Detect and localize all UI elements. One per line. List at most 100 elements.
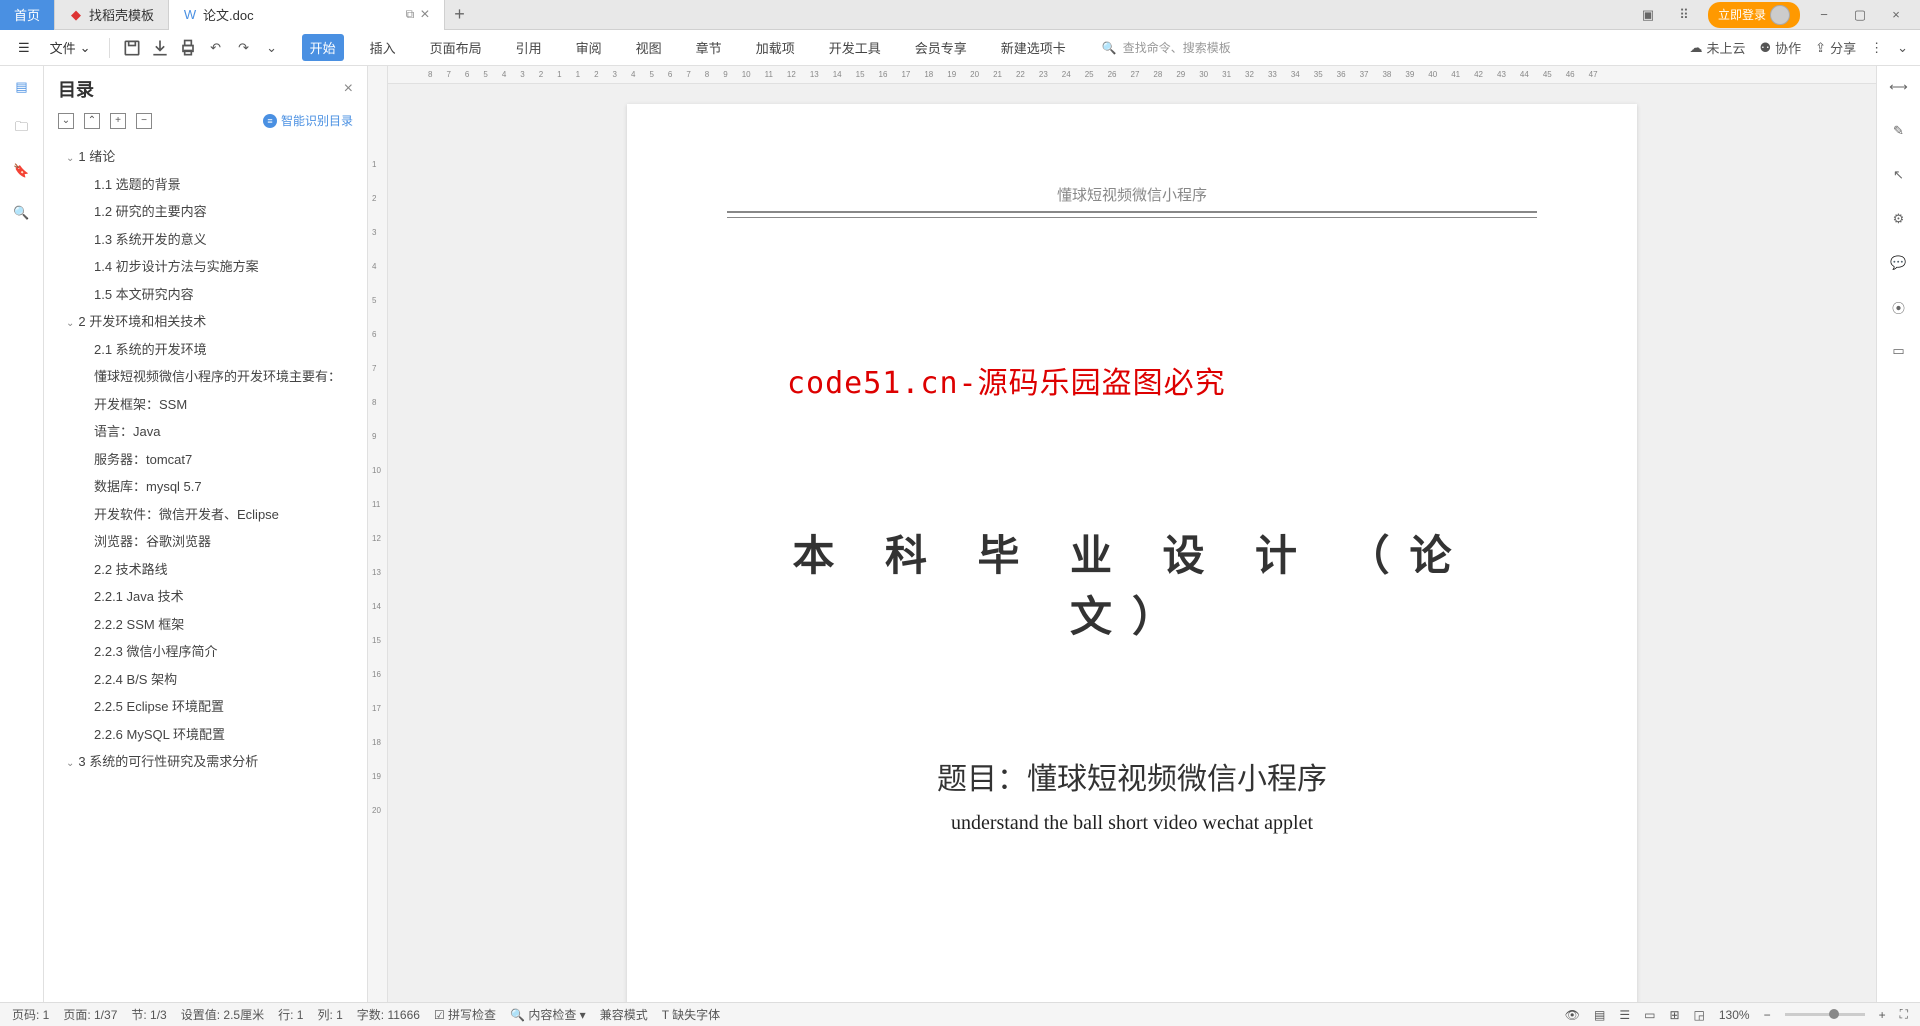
zoom-out-button[interactable]: − (1764, 1008, 1771, 1022)
cloud-status[interactable]: ☁未上云 (1689, 38, 1745, 57)
status-page-count[interactable]: 页面: 1/37 (63, 1006, 117, 1023)
file-menu[interactable]: 文件 ⌄ (44, 36, 97, 59)
outline-item[interactable]: 2.2 技术路线 (58, 556, 367, 584)
outline-item[interactable]: 1.4 初步设计方法与实施方案 (58, 253, 367, 281)
expand-rail-icon[interactable]: ⟷ (1888, 76, 1910, 98)
outline-item[interactable]: 1.2 研究的主要内容 (58, 198, 367, 226)
undo-icon[interactable]: ↶ (206, 38, 226, 58)
tab-close-icon[interactable]: × (420, 6, 429, 24)
login-button[interactable]: 立即登录 (1708, 2, 1800, 28)
outline-item[interactable]: 开发框架：SSM (58, 391, 367, 419)
ribbon-tab-insert[interactable]: 插入 (362, 34, 404, 61)
outline-item[interactable]: 2.1 系统的开发环境 (58, 336, 367, 364)
cursor-rail-icon[interactable]: ↖ (1888, 164, 1910, 186)
print-icon[interactable] (178, 38, 198, 58)
ribbon-tab-view[interactable]: 视图 (628, 34, 670, 61)
clipboard-rail-icon[interactable]: 🗀 (11, 118, 33, 140)
status-col[interactable]: 列: 1 (317, 1006, 342, 1023)
fit-icon[interactable]: ◲ (1694, 1008, 1705, 1022)
settings-rail-icon[interactable]: ⚙ (1888, 208, 1910, 230)
view-outline-icon[interactable]: ☰ (1619, 1008, 1630, 1022)
outline-item[interactable]: 浏览器：谷歌浏览器 (58, 528, 367, 556)
outline-plus-icon[interactable]: + (110, 113, 126, 129)
close-window-icon[interactable]: × (1884, 3, 1908, 27)
zoom-in-button[interactable]: + (1879, 1008, 1886, 1022)
maximize-icon[interactable]: ▢ (1848, 3, 1872, 27)
collab-button[interactable]: ⚉协作 (1760, 38, 1802, 57)
ribbon-tab-new[interactable]: 新建选项卡 (993, 34, 1074, 61)
status-content-check[interactable]: 🔍 内容检查 ▾ (510, 1006, 586, 1023)
outline-item[interactable]: 数据库：mysql 5.7 (58, 473, 367, 501)
status-section[interactable]: 节: 1/3 (131, 1006, 166, 1023)
view-read-icon[interactable]: ▭ (1644, 1008, 1655, 1022)
zoom-thumb[interactable] (1829, 1009, 1839, 1019)
minimize-icon[interactable]: − (1812, 3, 1836, 27)
export-icon[interactable] (150, 38, 170, 58)
ribbon-tab-reference[interactable]: 引用 (508, 34, 550, 61)
view-page-icon[interactable]: ▤ (1594, 1008, 1605, 1022)
outline-item[interactable]: 1.3 系统开发的意义 (58, 226, 367, 254)
outline-item[interactable]: ⌄3 系统的可行性研究及需求分析 (58, 748, 367, 776)
tab-detach-icon[interactable]: ⧉ (406, 7, 415, 22)
bookmark-rail-icon[interactable]: 🔖 (11, 160, 33, 182)
ribbon-tab-review[interactable]: 审阅 (568, 34, 610, 61)
cloud-rail-icon[interactable]: ⦿ (1888, 296, 1910, 318)
pencil-rail-icon[interactable]: ✎ (1888, 120, 1910, 142)
status-setting[interactable]: 设置值: 2.5厘米 (181, 1006, 264, 1023)
outline-item[interactable]: 开发软件：微信开发者、Eclipse (58, 501, 367, 529)
document-scroll[interactable]: 懂球短视频微信小程序 code51.cn-源码乐园盗图必究 本 科 毕 业 设 … (388, 84, 1876, 1002)
outline-item[interactable]: 2.2.6 MySQL 环境配置 (58, 721, 367, 749)
status-missing-font[interactable]: T 缺失字体 (662, 1006, 720, 1023)
tab-templates[interactable]: ◆ 找稻壳模板 (55, 0, 169, 30)
status-compat[interactable]: 兼容模式 (600, 1006, 648, 1023)
zoom-label[interactable]: 130% (1719, 1008, 1750, 1022)
read-rail-icon[interactable]: ▭ (1888, 340, 1910, 362)
outline-item[interactable]: 2.2.4 B/S 架构 (58, 666, 367, 694)
command-search[interactable]: 🔍 查找命令、搜索模板 (1102, 39, 1231, 56)
outline-item[interactable]: 1.1 选题的背景 (58, 171, 367, 199)
fullscreen-icon[interactable]: ⛶ (1900, 1007, 1908, 1022)
outline-item[interactable]: 语言：Java (58, 418, 367, 446)
outline-item[interactable]: 2.2.3 微信小程序简介 (58, 638, 367, 666)
save-icon[interactable] (122, 38, 142, 58)
outline-item[interactable]: 2.2.1 Java 技术 (58, 583, 367, 611)
tab-home[interactable]: 首页 (0, 0, 55, 30)
more-icon[interactable]: ⋮ (1870, 40, 1883, 56)
new-tab-button[interactable]: + (445, 4, 475, 25)
outline-item[interactable]: 懂球短视频微信小程序的开发环境主要有： (58, 363, 367, 391)
view-web-icon[interactable]: ⊞ (1669, 1008, 1679, 1022)
status-words[interactable]: 字数: 11666 (357, 1006, 420, 1023)
outline-item[interactable]: 服务器：tomcat7 (58, 446, 367, 474)
status-page-no[interactable]: 页码: 1 (12, 1006, 49, 1023)
zoom-slider[interactable] (1785, 1013, 1865, 1016)
search-rail-icon[interactable]: 🔍 (11, 202, 33, 224)
ribbon-tab-start[interactable]: 开始 (302, 34, 344, 61)
redo-icon[interactable]: ↷ (234, 38, 254, 58)
outline-tree[interactable]: ⌄1 绪论1.1 选题的背景1.2 研究的主要内容1.3 系统开发的意义1.4 … (44, 137, 367, 1002)
outline-item[interactable]: ⌄1 绪论 (58, 143, 367, 171)
app-grid-icon[interactable]: ⠿ (1672, 3, 1696, 27)
ribbon-tab-addons[interactable]: 加载项 (748, 34, 803, 61)
format-painter-icon[interactable]: ⌄ (262, 38, 282, 58)
status-spell[interactable]: ☑ 拼写检查 (434, 1006, 496, 1023)
outline-minus-icon[interactable]: − (136, 113, 152, 129)
outline-item[interactable]: 2.2.5 Eclipse 环境配置 (58, 693, 367, 721)
outline-rail-icon[interactable]: ▤ (11, 76, 33, 98)
tab-document[interactable]: W 论文.doc ⧉ × (169, 0, 445, 30)
share-button[interactable]: ⇪分享 (1815, 38, 1856, 57)
chat-rail-icon[interactable]: 💬 (1888, 252, 1910, 274)
layout-toggle-icon[interactable]: ▣ (1636, 3, 1660, 27)
ribbon-tab-section[interactable]: 章节 (688, 34, 730, 61)
eye-icon[interactable]: 👁 (1565, 1008, 1580, 1022)
smart-toc-button[interactable]: ≡ 智能识别目录 (263, 112, 353, 129)
outline-expand-icon[interactable]: ⌃ (84, 113, 100, 129)
outline-close-icon[interactable]: × (344, 80, 353, 98)
outline-item[interactable]: ⌄2 开发环境和相关技术 (58, 308, 367, 336)
status-row[interactable]: 行: 1 (278, 1006, 303, 1023)
ribbon-tab-layout[interactable]: 页面布局 (422, 34, 490, 61)
ribbon-tab-devtools[interactable]: 开发工具 (821, 34, 889, 61)
outline-item[interactable]: 1.5 本文研究内容 (58, 281, 367, 309)
ribbon-tab-vip[interactable]: 会员专享 (907, 34, 975, 61)
collapse-ribbon-icon[interactable]: ⌄ (1897, 40, 1908, 56)
hamburger-menu[interactable]: ☰ (12, 38, 36, 58)
